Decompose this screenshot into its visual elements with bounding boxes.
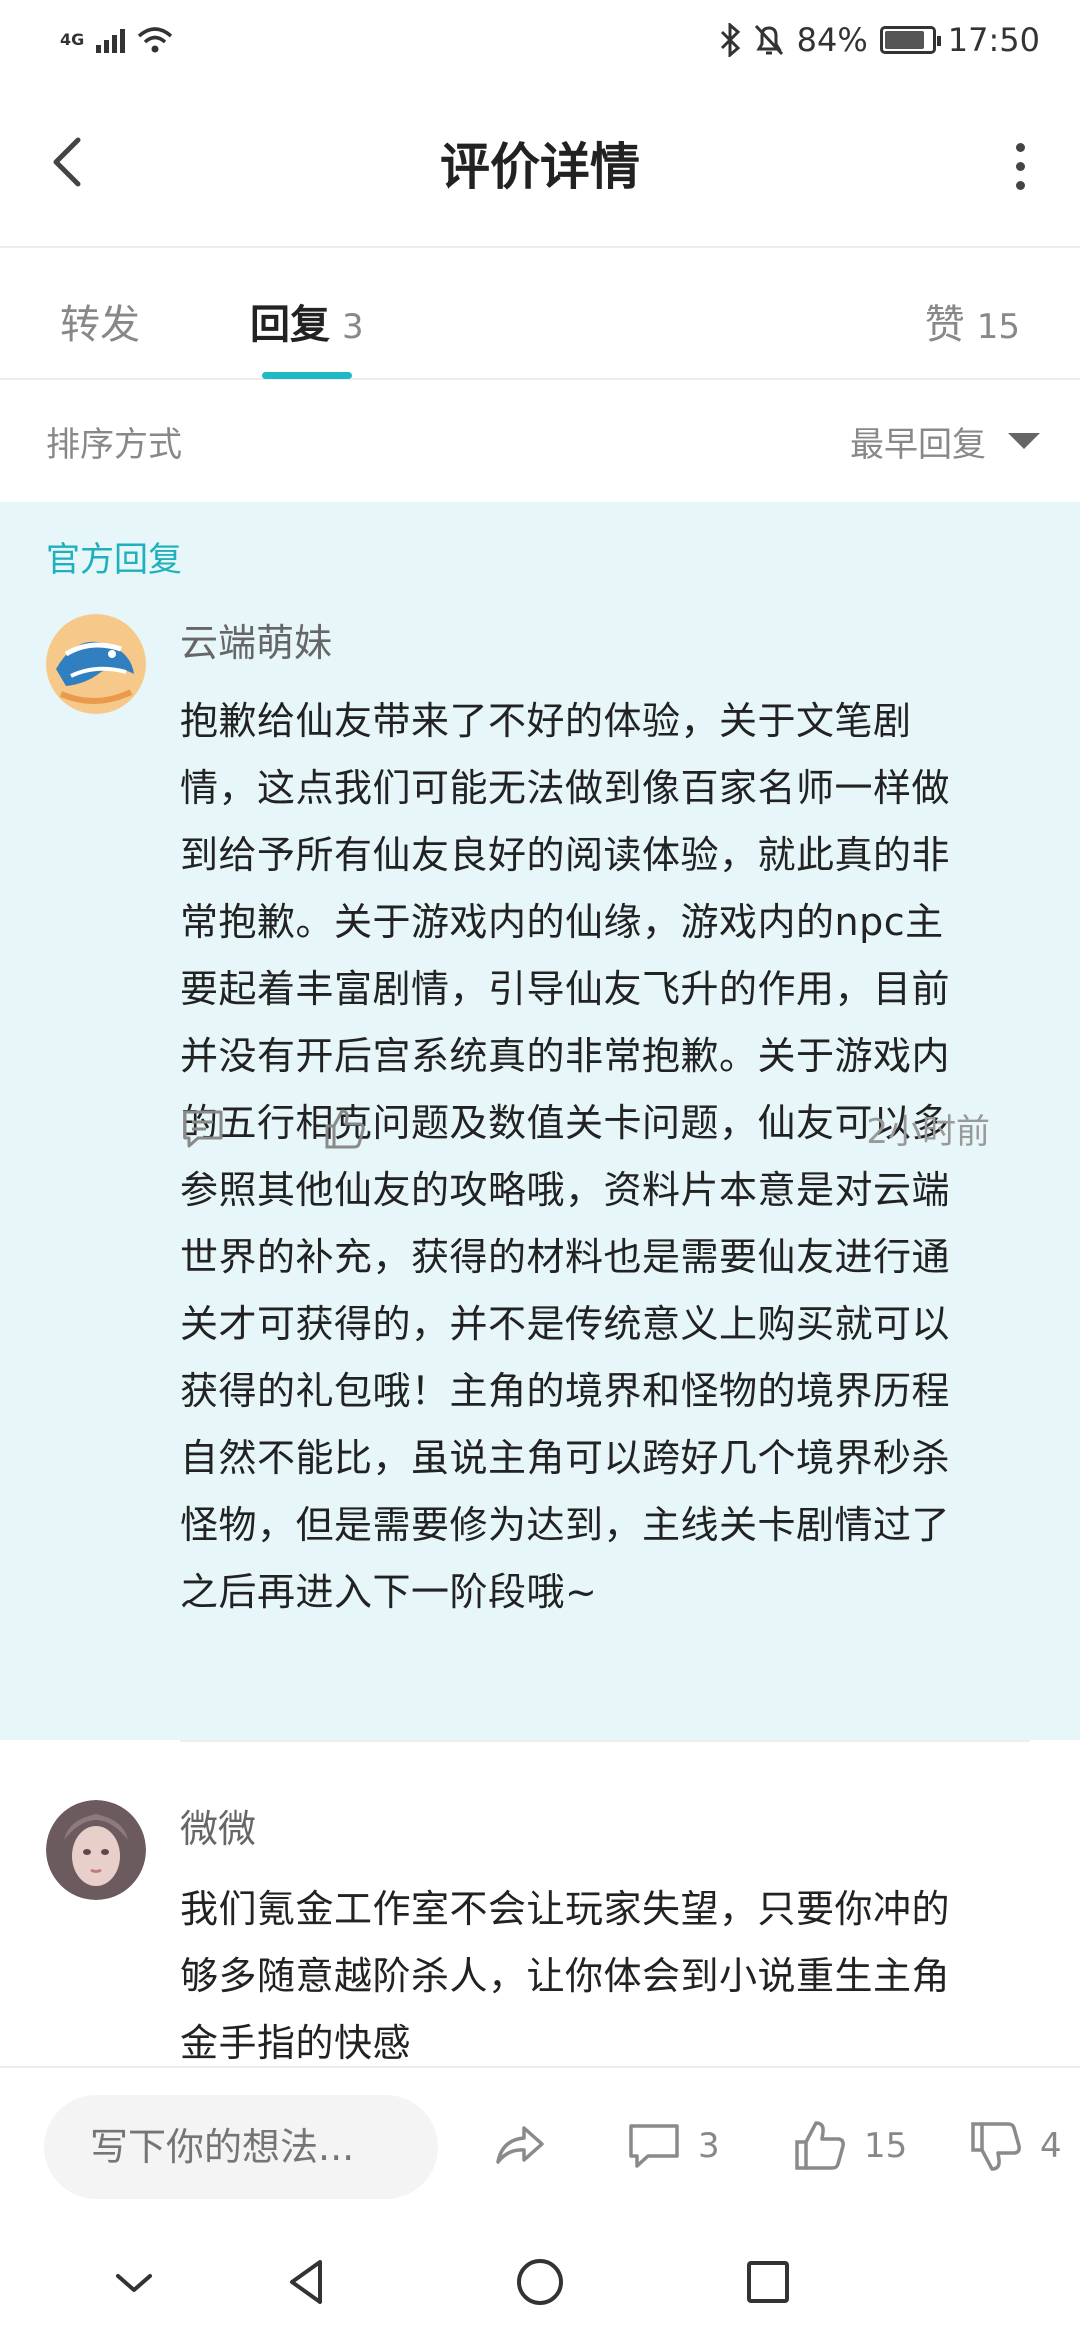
like-button[interactable]: 15 [790, 2116, 907, 2176]
reply-text-line: 世界的补充，获得的材料也是需要仙友进行通 [180, 1235, 951, 1279]
more-options-icon[interactable] [1000, 136, 1040, 196]
reply-text-line: 获得的礼包哦！主角的境界和怪物的境界历程 [180, 1369, 951, 1413]
clock: 17:50 [947, 21, 1040, 59]
official-reply-tag: 官方回复 [46, 540, 182, 580]
reply-body: 抱歉给仙友带来了不好的体验，关于文笔剧 情，这点我们可能无法做到像百家名师一样做到… [180, 688, 1040, 1626]
tab-replies-count: 3 [342, 307, 364, 347]
reply-text-line: 常抱歉。关于游戏内的仙缘，游戏内的npc主 [180, 900, 944, 944]
status-left: 4G [60, 26, 173, 54]
bottom-action-bar: 3 15 4 [0, 2066, 1080, 2226]
reply-text-line: 怪物，但是需要修为达到，主线关卡剧情过了 [180, 1503, 951, 1547]
tab-forward[interactable]: 转发 [60, 292, 140, 350]
battery-icon [879, 26, 941, 54]
tab-replies[interactable]: 回复 3 [250, 292, 364, 350]
reply-text-line: 情，这点我们可能无法做到像百家名师一样做 [180, 766, 951, 810]
comment-icon[interactable] [180, 1106, 226, 1152]
signal-icon [96, 27, 126, 53]
avatar-dragon-image [46, 614, 146, 714]
tab-bar: 转发 回复 3 赞 15 [0, 248, 1080, 380]
dislike-count: 4 [1040, 2126, 1062, 2166]
nav-collapse-icon[interactable] [104, 2252, 164, 2312]
thumbs-up-icon [795, 2121, 845, 2170]
like-icon[interactable] [322, 1106, 368, 1152]
dropdown-caret-icon [1008, 433, 1040, 449]
thumbs-down-icon [971, 2122, 1021, 2171]
reply-text-line: 之后再进入下一阶段哦~ [180, 1570, 598, 1614]
network-type: 4G [60, 30, 85, 49]
dislike-button[interactable]: 4 [966, 2116, 1062, 2176]
share-button[interactable] [490, 2116, 550, 2176]
mute-bell-icon [754, 24, 783, 56]
tab-likes-label: 赞 [924, 302, 965, 348]
app-header: 评价详情 [0, 80, 1080, 248]
reply-text-line: 够多随意越阶杀人，让你体会到小说重生主角 [180, 1954, 951, 1998]
sort-dropdown[interactable]: 最早回复 [850, 417, 1040, 466]
reply-text-line: 我们氪金工作室不会让玩家失望，只要你冲的 [180, 1887, 951, 1931]
reply-text-line: 金手指的快感 [180, 2021, 412, 2065]
official-reply: 官方回复 云端萌妹 抱歉给仙友带来了不好的体验，关于文笔剧 情，这点我们可能无法做… [0, 502, 1080, 1740]
system-nav-bar [0, 2226, 1080, 2340]
username[interactable]: 云端萌妹 [180, 612, 332, 667]
reply-text-line: 抱歉给仙友带来了不好的体验，关于文笔剧 [180, 699, 912, 743]
avatar[interactable] [46, 614, 146, 714]
divider [180, 1740, 1030, 1742]
tab-forward-label: 转发 [60, 302, 140, 348]
wifi-icon [138, 27, 173, 53]
comment-icon [629, 2124, 679, 2168]
reply-text-line: 并没有开后宫系统真的非常抱歉。关于游戏内 [180, 1034, 951, 1078]
active-tab-indicator [262, 372, 352, 379]
nav-home-icon[interactable] [510, 2252, 570, 2312]
nav-recents-icon[interactable] [738, 2252, 798, 2312]
share-arrow-icon [496, 2126, 544, 2164]
reply-body: 我们氪金工作室不会让玩家失望，只要你冲的 够多随意越阶杀人，让你体会到小说重生主角… [180, 1876, 1040, 2066]
avatar[interactable] [46, 1800, 146, 1900]
reply-text-line: 参照其他仙友的攻略哦，资料片本意是对云端 [180, 1168, 951, 1212]
comment-count: 3 [698, 2126, 720, 2166]
reply-item: 微微 我们氪金工作室不会让玩家失望，只要你冲的 够多随意越阶杀人，让你体会到小说重… [0, 1740, 1080, 2066]
battery-percent: 84% [796, 21, 868, 59]
network-label: 4G [60, 30, 85, 49]
bluetooth-icon [720, 23, 740, 57]
comment-input[interactable] [44, 2095, 438, 2199]
reply-text-line: 关才可获得的，并不是传统意义上购买就可以 [180, 1302, 951, 1346]
sort-bar: 排序方式 最早回复 [0, 380, 1080, 502]
reply-text-line: 要起着丰富剧情，引导仙友飞升的作用，目前 [180, 967, 951, 1011]
page-title: 评价详情 [440, 138, 640, 196]
like-count: 15 [864, 2126, 908, 2166]
tab-replies-label: 回复 [250, 302, 330, 348]
tab-likes[interactable]: 赞 15 [925, 292, 1020, 350]
reply-time: 2小时前 [866, 1112, 990, 1152]
reply-actions: 2小时前 [180, 1104, 1030, 1153]
avatar-portrait-image [46, 1800, 146, 1900]
comment-button[interactable]: 3 [624, 2116, 720, 2176]
reply-text-line: 自然不能比，虽说主角可以跨好几个境界秒杀 [180, 1436, 951, 1480]
tab-likes-count: 15 [976, 307, 1020, 347]
reply-text-line: 到给予所有仙友良好的阅读体验，就此真的非 [180, 833, 951, 877]
back-arrow-icon[interactable] [40, 132, 100, 192]
status-right: 84% 17:50 [719, 21, 1040, 59]
sort-label: 排序方式 [46, 424, 182, 465]
sort-value: 最早回复 [850, 424, 986, 465]
username[interactable]: 微微 [180, 1798, 256, 1853]
status-bar: 4G 84% 17:50 [0, 0, 1080, 80]
battery-fill [884, 31, 924, 49]
nav-back-icon[interactable] [278, 2252, 338, 2312]
